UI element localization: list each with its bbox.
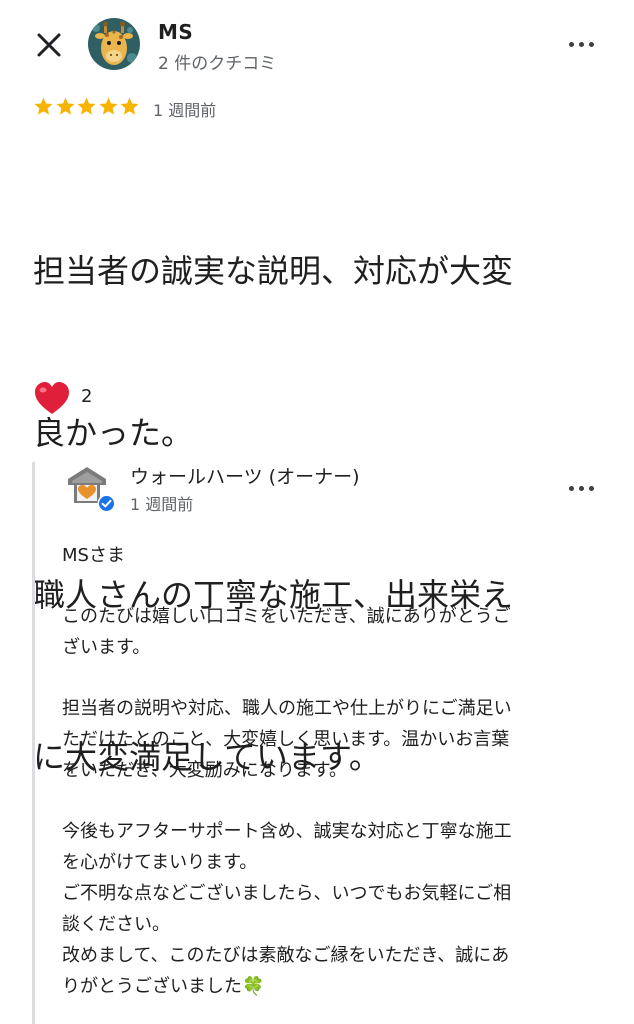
more-options-icon [569,42,574,47]
review-text-line: 担当者の誠実な説明、対応が大変 [33,252,514,290]
more-options-icon [569,486,574,491]
owner-reply-line [62,571,592,601]
review-detail-page: MS 2 件のクチコミ 1 週間前 担当者の誠実な説明、対応が大変 良かった。 … [0,0,634,1024]
close-button[interactable] [34,30,64,60]
owner-reply-more-options-button[interactable] [566,474,606,504]
reviewer-review-count: 2 件のクチコミ [158,54,277,74]
review-text-line: 良かった。 [33,414,194,452]
reply-divider [32,462,35,1024]
owner-reply-line: 今後もアフターサポート含め、誠実な対応と丁寧な施工 [62,821,512,842]
star-icon [77,97,96,115]
owner-reply-line: 担当者の説明や対応、職人の施工や仕上がりにご満足い [62,698,512,719]
owner-reply-line [62,786,592,816]
verified-badge-icon [97,494,116,513]
owner-reply-line: MSさま [62,545,125,566]
star-icon [98,97,118,115]
star-icon [55,97,75,115]
heart-icon [35,382,69,414]
more-options-button[interactable] [566,30,606,60]
owner-reply-line: 改めまして、このたびは素敵なご縁をいただき、誠にあ [62,945,510,966]
owner-reply-line: ご不明な点などございましたら、いつでもお気軽にご相 [62,883,512,904]
close-icon [37,33,61,57]
owner-reply-line: りがとうございました🍀 [62,976,265,997]
owner-reply-line: 談ください。 [62,914,170,935]
owner-reply-line: ただけたとのこと、大変嬉しく思います。温かいお言葉 [62,729,510,750]
owner-reply-text: MSさま このたびは嬉しい口コミをいただき、誠にありがとうご ざいます。 担当者の… [62,540,592,1002]
owner-reply-line [62,663,592,693]
owner-reply-line: ざいます。 [62,637,151,658]
owner-reply-time: 1 週間前 [130,495,194,514]
star-icon [34,97,53,115]
star-icon [120,97,139,115]
owner-name[interactable]: ウォールハーツ (オーナー) [130,462,360,489]
owner-reply-line: をいただき、大変励みになります。 [62,760,347,781]
reviewer-name[interactable]: MS [158,20,193,44]
owner-reply-line: を心がけてまいります。 [62,852,258,873]
reaction-count: 2 [81,386,93,407]
review-header: MS 2 件のクチコミ [0,0,634,92]
reviewer-avatar[interactable] [88,18,140,70]
star-rating [33,96,141,117]
review-time: 1 週間前 [153,101,217,120]
owner-reply-line: このたびは嬉しい口コミをいただき、誠にありがとうご [62,606,511,627]
